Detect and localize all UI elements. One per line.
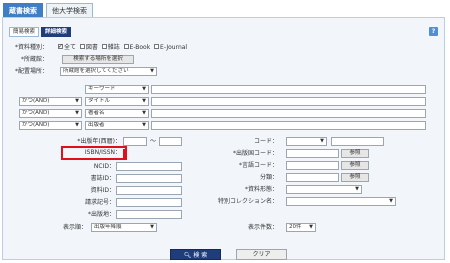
- item-id-label: 資料ID：: [90, 187, 115, 194]
- collection-select[interactable]: ▼: [286, 197, 396, 206]
- search-button[interactable]: 🔍︎ 検 索: [170, 249, 221, 260]
- row1-input[interactable]: [151, 97, 426, 106]
- checkbox-books[interactable]: 図書: [79, 44, 98, 51]
- search-icon: 🔍︎: [183, 252, 192, 259]
- keyword-field-select[interactable]: キーワード ▼: [85, 85, 149, 94]
- pub-place-label: *出版地：: [87, 211, 115, 218]
- item-id-input[interactable]: [116, 186, 182, 195]
- location-label: *所蔵館：: [21, 56, 49, 63]
- language-label: *言語コード：: [238, 162, 278, 169]
- sort-label: 表示順：: [62, 224, 87, 231]
- row1-field-select[interactable]: タイトル ▼: [85, 97, 149, 106]
- pub-year-label: *出版年(西暦)：: [77, 138, 121, 145]
- material-form-select[interactable]: ▼: [286, 185, 362, 194]
- language-ref-button[interactable]: 参照: [341, 161, 369, 170]
- search-panel: 簡易検索 詳細検索 ? *資料種別： 全て 図書 雑誌 E-Book E-Jou…: [2, 17, 445, 260]
- count-select[interactable]: 20件 ▼: [286, 223, 316, 232]
- pub-year-from-input[interactable]: [123, 137, 147, 146]
- shelf-label: *配置場所：: [15, 68, 49, 75]
- search-mode-tabs: 簡易検索 詳細検索: [9, 27, 73, 37]
- pub-country-label: *出版国コード：: [232, 150, 278, 157]
- row3-field-select[interactable]: 出版者 ▼: [85, 121, 149, 130]
- highlight-box: [61, 146, 127, 160]
- count-label: 表示件数：: [247, 224, 278, 231]
- material-type-label: *資料種別：: [15, 44, 49, 51]
- language-input[interactable]: [286, 161, 339, 170]
- row3-input[interactable]: [151, 121, 426, 130]
- main-tabs: 蔵書検索 他大学検索: [3, 3, 96, 17]
- pub-country-input[interactable]: [286, 149, 339, 158]
- bib-id-input[interactable]: [116, 174, 182, 183]
- classification-input[interactable]: [286, 173, 339, 182]
- select-location-button[interactable]: 検索する場所を選択: [62, 55, 134, 64]
- keyword-input[interactable]: [151, 85, 426, 94]
- tab-simple-search[interactable]: 簡易検索: [9, 27, 40, 37]
- call-number-label: 請求記号：: [84, 199, 115, 206]
- code-input[interactable]: [331, 137, 384, 146]
- checkbox-ebook[interactable]: E-Book: [123, 44, 150, 51]
- row3-operator-select[interactable]: かつ(AND) ▼: [19, 121, 82, 130]
- classification-ref-button[interactable]: 参照: [341, 173, 369, 182]
- ncid-input[interactable]: [116, 162, 182, 171]
- pub-place-input[interactable]: [116, 210, 182, 219]
- row2-operator-select[interactable]: かつ(AND) ▼: [19, 109, 82, 118]
- checkbox-all[interactable]: 全て: [58, 42, 76, 51]
- row1-operator-select[interactable]: かつ(AND) ▼: [19, 97, 82, 106]
- call-number-input[interactable]: [116, 198, 182, 207]
- sort-select[interactable]: 出版年降順 ▼: [91, 223, 157, 232]
- collection-label: 特別コレクション名：: [217, 198, 278, 205]
- help-icon[interactable]: ?: [429, 27, 438, 36]
- checkbox-journals[interactable]: 雑誌: [101, 44, 120, 51]
- material-type-options: 全て 図書 雑誌 E-Book E-Journal: [58, 42, 187, 52]
- checkbox-ejournal[interactable]: E-Journal: [154, 44, 187, 51]
- row2-field-select[interactable]: 著者名 ▼: [85, 109, 149, 118]
- classification-label: 分類：: [259, 174, 278, 181]
- country-ref-button[interactable]: 参照: [341, 149, 369, 158]
- code-label: コード：: [253, 138, 278, 145]
- material-form-label: *資料形態：: [244, 186, 278, 193]
- pub-year-to-input[interactable]: [159, 137, 182, 146]
- bib-id-label: 書誌ID：: [90, 175, 115, 182]
- row2-input[interactable]: [151, 109, 426, 118]
- shelf-select[interactable]: 所蔵館を選択してください ▼: [60, 67, 157, 76]
- pub-year-separator: 〜: [150, 138, 157, 145]
- ncid-label: NCID：: [93, 163, 115, 170]
- clear-button[interactable]: クリア: [236, 249, 287, 260]
- code-type-select[interactable]: ▼: [286, 137, 327, 146]
- tab-other-university[interactable]: 他大学検索: [46, 3, 93, 17]
- tab-advanced-search[interactable]: 詳細検索: [41, 27, 72, 37]
- tab-library-search[interactable]: 蔵書検索: [3, 3, 43, 17]
